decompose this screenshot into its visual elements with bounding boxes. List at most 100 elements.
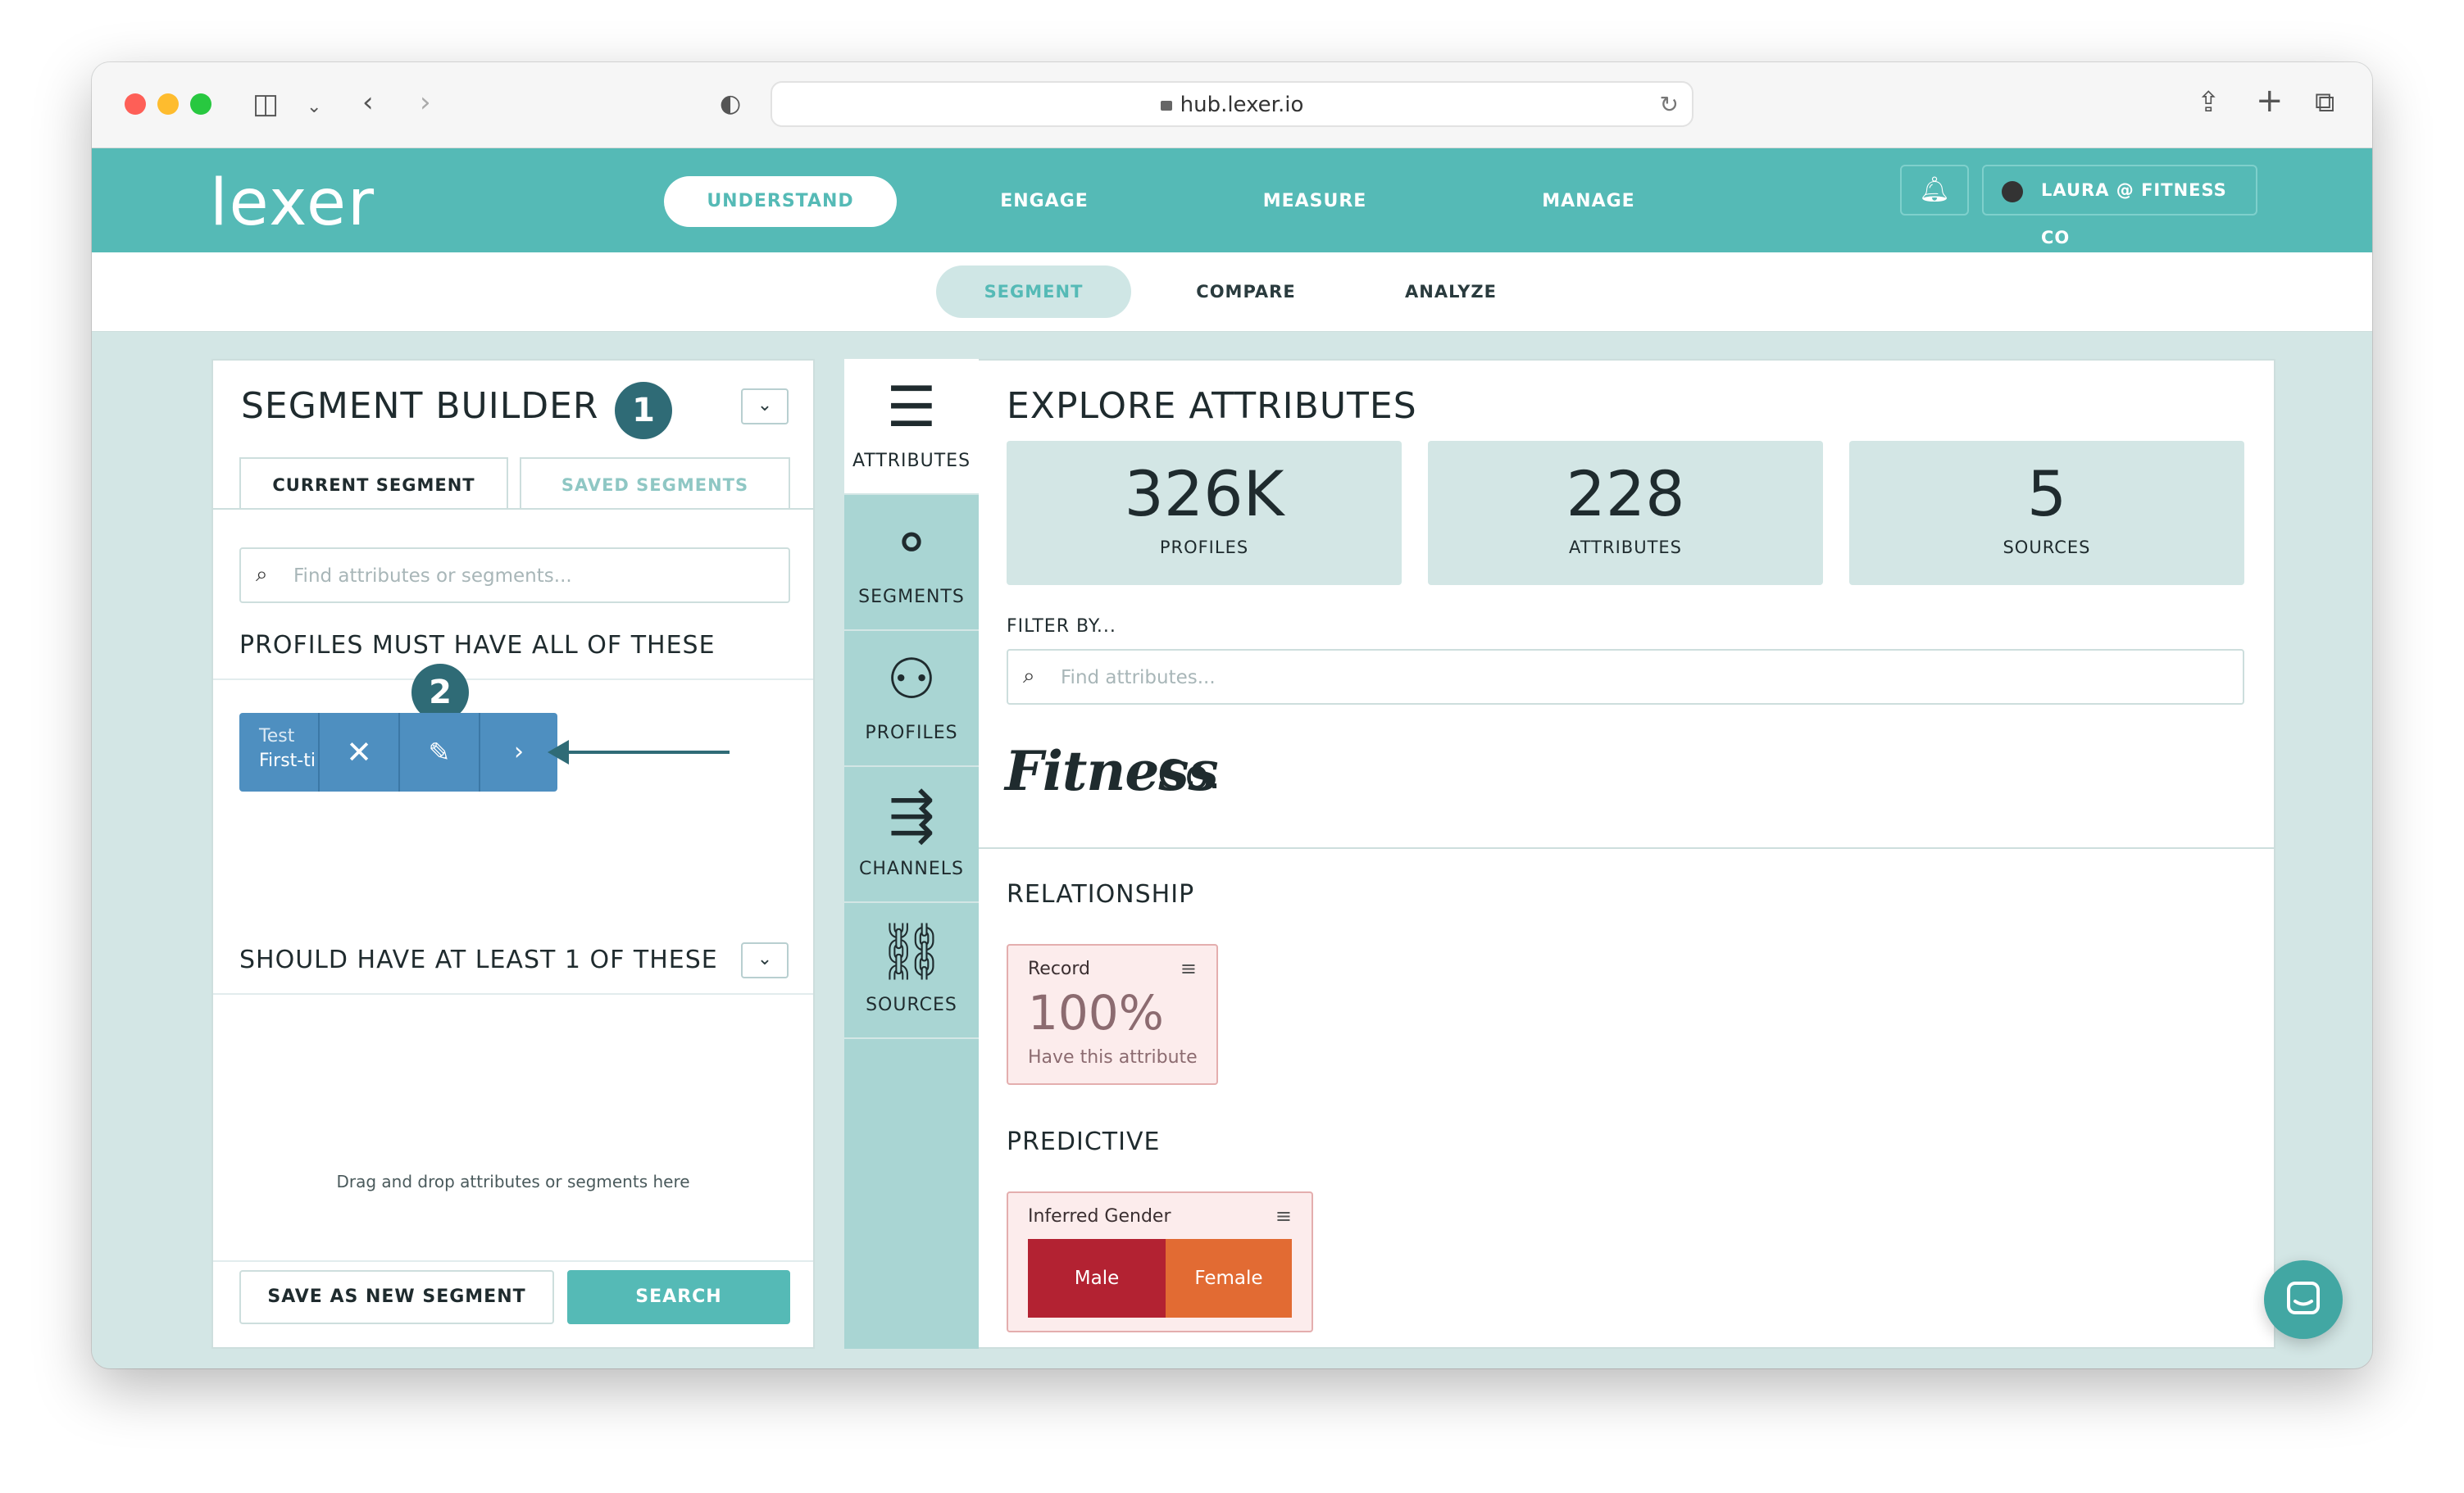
fitness-co-logo-suffix: Co. [1157, 752, 1221, 798]
drop-zone-hint: Drag and drop attributes or segments her… [336, 1172, 690, 1191]
user-menu[interactable]: LAURA @ FITNESS CO [1982, 165, 2257, 247]
chat-launcher-button[interactable] [2264, 1260, 2343, 1339]
person-icon: ⚇ [886, 647, 937, 712]
new-tab-icon[interactable]: + [2256, 84, 2284, 117]
tab-analyze[interactable]: ANALYZE [1375, 265, 1526, 318]
notifications-bell-icon[interactable]: 🔔︎ [1900, 165, 1969, 216]
divider [979, 847, 2274, 849]
search-placeholder: Find attributes or segments... [293, 565, 572, 587]
chevron-right-icon[interactable]: › [479, 713, 557, 792]
predictive-title: PREDICTIVE [1007, 1128, 1161, 1156]
collapse-chevron-icon[interactable]: ⌄ [741, 388, 789, 424]
search-icon: ⌕ [1023, 664, 1035, 688]
stat-attributes: 228 ATTRIBUTES [1428, 441, 1823, 585]
stat-label: SOURCES [2003, 538, 2091, 557]
tab-saved-segments[interactable]: SAVED SEGMENTS [520, 457, 790, 510]
nav-manage[interactable]: MANAGE [1498, 176, 1679, 227]
annotation-arrow [566, 751, 730, 754]
stat-label: ATTRIBUTES [1568, 538, 1682, 557]
attribute-filter-input[interactable]: ⌕ Find attributes... [1007, 649, 2244, 705]
search-icon: ⌕ [256, 562, 268, 587]
segment-builder-panel: SEGMENT BUILDER 1 ⌄ CURRENT SEGMENT SAVE… [211, 359, 815, 1349]
card-subtitle: Have this attribute [1028, 1047, 1198, 1068]
tab-compare[interactable]: COMPARE [1171, 265, 1321, 318]
url-text: hub.lexer.io [1180, 93, 1304, 117]
search-button[interactable]: SEARCH [567, 1270, 790, 1324]
rail-item-segments[interactable]: ⚬ SEGMENTS [844, 495, 979, 631]
explore-rail: ☰ ATTRIBUTES ⚬ SEGMENTS ⚇ PROFILES ⇶ CHA… [844, 359, 979, 1349]
card-title: Inferred Gender [1028, 1206, 1171, 1227]
shield-icon[interactable]: ◐ [720, 90, 741, 118]
lock-icon [1160, 101, 1172, 111]
pill-label: Test [259, 726, 295, 746]
channels-icon: ⇶ [888, 783, 935, 848]
inferred-gender-card[interactable]: Inferred Gender ≡ Male Female [1007, 1191, 1313, 1332]
must-have-title: PROFILES MUST HAVE ALL OF THESE [239, 631, 716, 660]
chat-icon [2287, 1282, 2320, 1314]
stat-profiles: 326K PROFILES [1007, 441, 1402, 585]
segments-icon: ⚬ [888, 511, 935, 576]
relationship-title: RELATIONSHIP [1007, 880, 1195, 909]
record-attribute-card[interactable]: Record ≡ 100% Have this attribute [1007, 944, 1218, 1085]
card-title: Record [1028, 959, 1091, 979]
rail-label: SOURCES [866, 995, 957, 1015]
zoom-window-button[interactable] [190, 93, 211, 115]
nav-understand[interactable]: UNDERSTAND [664, 176, 897, 227]
divider [213, 678, 813, 680]
rail-label: PROFILES [865, 723, 958, 743]
divider [213, 1260, 813, 1262]
rail-label: SEGMENTS [858, 587, 965, 607]
edit-icon[interactable]: ✎ [398, 713, 479, 792]
gender-female-bar[interactable]: Female [1166, 1239, 1292, 1318]
should-have-title: SHOULD HAVE AT LEAST 1 OF THESE [239, 946, 718, 974]
explore-title: EXPLORE ATTRIBUTES [1007, 385, 1417, 427]
rail-item-channels[interactable]: ⇶ CHANNELS [844, 767, 979, 903]
rail-item-profiles[interactable]: ⚇ PROFILES [844, 631, 979, 767]
gender-male-bar[interactable]: Male [1028, 1239, 1166, 1318]
card-menu-icon[interactable]: ≡ [1275, 1205, 1292, 1228]
tabs-overview-icon[interactable]: ⧉ [2315, 88, 2334, 116]
minimize-window-button[interactable] [157, 93, 179, 115]
lexer-logo[interactable]: lexer [210, 166, 375, 240]
step-badge-1: 1 [615, 382, 672, 439]
nav-measure[interactable]: MEASURE [1225, 176, 1405, 227]
stat-value: 5 [2026, 457, 2067, 530]
browser-window: ◫ ⌄ ‹ › ◐ hub.lexer.io ↻ ⇪ + ⧉ lexer UND… [92, 62, 2372, 1368]
user-name: LAURA @ FITNESS CO [2041, 180, 2227, 247]
rail-label: CHANNELS [859, 859, 964, 879]
forward-icon[interactable]: › [420, 88, 431, 116]
filter-placeholder: Find attributes... [1061, 667, 1216, 688]
rail-label: ATTRIBUTES [852, 451, 971, 471]
nav-engage[interactable]: ENGAGE [962, 176, 1126, 227]
sidebar-toggle-icon[interactable]: ◫ [252, 90, 279, 118]
back-icon[interactable]: ‹ [362, 88, 374, 116]
filter-label: FILTER BY... [1007, 616, 1116, 637]
tab-segment[interactable]: SEGMENT [936, 265, 1131, 318]
app-header: lexer UNDERSTAND ENGAGE MEASURE MANAGE 🔔… [92, 148, 2372, 252]
close-window-button[interactable] [125, 93, 146, 115]
chevron-down-icon[interactable]: ⌄ [307, 93, 321, 121]
stat-sources: 5 SOURCES [1849, 441, 2244, 585]
save-as-new-segment-button[interactable]: SAVE AS NEW SEGMENT [239, 1270, 554, 1324]
list-icon: ☰ [886, 375, 937, 440]
browser-toolbar: ◫ ⌄ ‹ › ◐ hub.lexer.io ↻ ⇪ + ⧉ [92, 62, 2372, 148]
tab-current-segment[interactable]: CURRENT SEGMENT [239, 457, 508, 510]
segment-builder-title: SEGMENT BUILDER [241, 385, 599, 427]
segment-attribute-pill[interactable]: Test First-ti ✕ ✎ › [239, 713, 557, 792]
tab-divider [213, 508, 813, 510]
should-chevron-down-icon[interactable]: ⌄ [741, 942, 789, 978]
address-bar[interactable]: hub.lexer.io ↻ [771, 81, 1693, 127]
rail-item-sources[interactable]: ⛓ SOURCES [844, 903, 979, 1039]
sub-navigation: SEGMENT COMPARE ANALYZE [92, 252, 2372, 332]
segment-search-input[interactable]: ⌕ Find attributes or segments... [239, 547, 790, 603]
reload-icon[interactable]: ↻ [1660, 91, 1679, 118]
card-menu-icon[interactable]: ≡ [1180, 957, 1197, 980]
card-value: 100% [1028, 985, 1164, 1041]
stat-label: PROFILES [1159, 538, 1249, 557]
stat-value: 326K [1124, 457, 1284, 530]
share-icon[interactable]: ⇪ [2197, 88, 2221, 116]
divider [213, 993, 813, 995]
remove-close-icon[interactable]: ✕ [318, 713, 398, 792]
pill-value: First-ti [259, 751, 316, 771]
rail-item-attributes[interactable]: ☰ ATTRIBUTES [844, 359, 979, 495]
